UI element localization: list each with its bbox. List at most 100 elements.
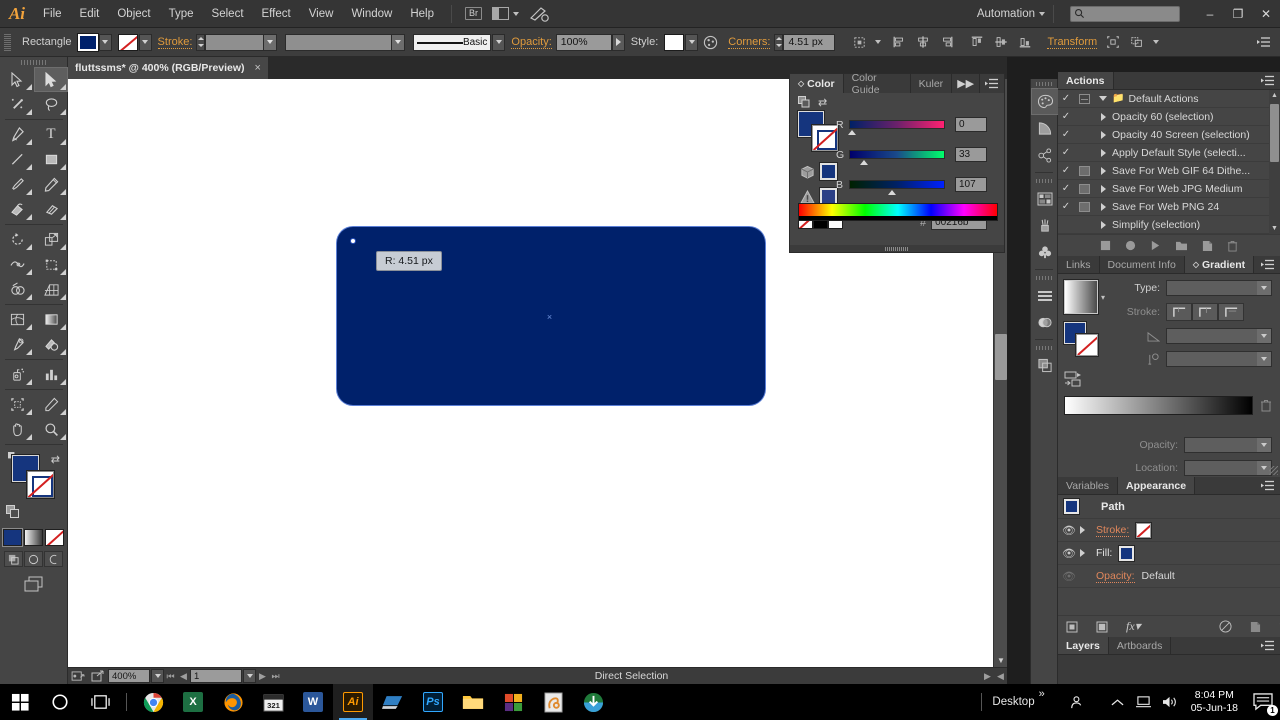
out-of-gamut-warning-icon[interactable] <box>800 190 815 204</box>
microsoft-store-taskbar-button[interactable] <box>493 684 533 720</box>
transform-label[interactable]: Transform <box>1047 36 1098 49</box>
isolate-selected-object-button[interactable] <box>1103 32 1123 52</box>
color-panel-resize-grip[interactable] <box>790 245 1004 252</box>
expand-triangle-icon[interactable] <box>1080 526 1096 534</box>
tool-magic-wand[interactable] <box>0 92 34 117</box>
opacity-attribute-label[interactable]: Opacity: <box>1096 570 1135 583</box>
tool-lasso[interactable] <box>34 92 68 117</box>
chevron-down-icon[interactable] <box>875 40 882 44</box>
actions-panel-menu-button[interactable] <box>1256 72 1280 89</box>
action-row[interactable]: Simplify (selection) <box>1058 216 1269 234</box>
actions-scroll-thumb[interactable] <box>1270 104 1279 162</box>
expand-triangle-icon[interactable] <box>1080 549 1096 557</box>
gradient-angle-input[interactable] <box>1166 328 1272 344</box>
previous-artboard-button[interactable]: ◀ <box>177 671 190 682</box>
gradient-opacity-input[interactable] <box>1184 437 1272 453</box>
visibility-eye-icon[interactable]: 👁 <box>1058 547 1080 560</box>
color-panel-menu-button[interactable] <box>980 74 1004 93</box>
stroke-attribute-label[interactable]: Stroke: <box>1096 524 1130 537</box>
action-enabled-check[interactable]: ✓ <box>1058 129 1074 140</box>
fill-color-swatch[interactable] <box>1118 544 1136 562</box>
swap-fill-stroke-button[interactable]: ⇄ <box>51 453 60 466</box>
dock-grip[interactable] <box>1031 79 1057 88</box>
action-row[interactable]: ✓ Opacity 40 Screen (selection) <box>1058 126 1269 144</box>
appearance-panel-menu-button[interactable] <box>1256 477 1280 494</box>
draw-normal-button[interactable] <box>4 551 23 567</box>
swap-fill-stroke-button[interactable]: ⇄ <box>818 96 827 109</box>
action-row[interactable]: ✓ Save For Web PNG 24 <box>1058 198 1269 216</box>
action-enabled-check[interactable]: ✓ <box>1058 111 1074 122</box>
menu-type[interactable]: Type <box>160 0 203 28</box>
control-panel-menu-button[interactable] <box>1254 32 1274 52</box>
actions-scrollbar[interactable]: ▲ ▼ <box>1269 90 1280 234</box>
clear-appearance-button[interactable] <box>1219 620 1232 633</box>
stroke-color-swatch[interactable] <box>1135 521 1153 539</box>
dock-grip[interactable] <box>1031 273 1057 282</box>
action-row[interactable]: ✓ Save For Web JPG Medium <box>1058 180 1269 198</box>
draw-inside-button[interactable] <box>44 551 63 567</box>
gradient-slider[interactable] <box>1064 396 1253 415</box>
tool-free-transform[interactable] <box>34 252 68 277</box>
action-enabled-check[interactable]: ✓ <box>1058 183 1074 194</box>
tab-appearance[interactable]: Appearance <box>1118 477 1196 494</box>
corner-widget-anchor[interactable] <box>350 238 356 244</box>
scroll-up-icon[interactable]: ▲ <box>1271 92 1278 99</box>
change-screen-mode-button[interactable] <box>0 575 67 593</box>
word-taskbar-button[interactable]: W <box>293 684 333 720</box>
tool-rectangle[interactable] <box>34 147 68 172</box>
opacity-label[interactable]: Opacity: <box>511 36 552 49</box>
action-dialog-toggle[interactable] <box>1074 165 1094 176</box>
tool-paintbrush[interactable] <box>0 172 34 197</box>
color-spectrum-bar[interactable] <box>798 203 998 221</box>
action-enabled-check[interactable]: ✓ <box>1058 147 1074 158</box>
color-stroke-swatch[interactable] <box>811 124 839 152</box>
corners-label[interactable]: Corners: <box>728 36 771 49</box>
artboard-number-input[interactable]: 1 <box>190 669 242 683</box>
opacity-input[interactable]: 100% <box>555 33 612 51</box>
appearance-stroke-row[interactable]: 👁 Stroke: <box>1058 519 1280 542</box>
dock-symbols-button[interactable] <box>1031 142 1059 169</box>
delete-action-button[interactable] <box>1227 240 1238 252</box>
channel-b-slider[interactable] <box>849 180 945 195</box>
notifications-button[interactable]: 1 <box>1246 684 1280 720</box>
align-center-vertical-button[interactable] <box>991 32 1011 52</box>
people-tray-button[interactable] <box>1063 684 1089 720</box>
align-left-button[interactable] <box>889 32 909 52</box>
dock-align-button[interactable] <box>1031 282 1059 309</box>
action-dialog-toggle[interactable] <box>1074 201 1094 212</box>
tool-column-graph[interactable] <box>34 362 68 387</box>
add-new-effect-button[interactable]: fx▾ <box>1126 619 1141 634</box>
menu-view[interactable]: View <box>300 0 343 28</box>
firefox-taskbar-button[interactable] <box>213 684 253 720</box>
remote-desktop-taskbar-button[interactable] <box>373 684 413 720</box>
stroke-profile-arrow[interactable] <box>391 34 405 50</box>
tool-shape-builder[interactable] <box>0 277 34 302</box>
tool-line-segment[interactable] <box>0 147 34 172</box>
recolor-artwork-button[interactable] <box>700 32 720 52</box>
clock[interactable]: 8:04 PM 05-Jun-18 <box>1183 689 1246 715</box>
object-fill-swatch[interactable] <box>1063 498 1080 515</box>
control-bar-grip[interactable] <box>4 33 11 51</box>
volume-tray-button[interactable] <box>1157 684 1183 720</box>
gradient-aspect-input[interactable] <box>1166 351 1272 367</box>
tab-color[interactable]: ◇ Color <box>790 74 844 93</box>
search-input[interactable] <box>1070 5 1180 22</box>
action-enabled-check[interactable]: ✓ <box>1058 201 1074 212</box>
fill-color-button[interactable] <box>76 32 99 52</box>
dock-grip[interactable] <box>1031 176 1057 185</box>
tool-blend[interactable] <box>34 332 68 357</box>
align-right-button[interactable] <box>937 32 957 52</box>
tool-rotate[interactable] <box>0 227 34 252</box>
chevron-down-icon[interactable]: ▾ <box>1101 293 1105 302</box>
tab-kuler[interactable]: Kuler <box>910 74 953 93</box>
channel-r-input[interactable]: 0 <box>955 117 987 132</box>
expand-triangle-icon[interactable] <box>1094 148 1112 157</box>
tool-blob-brush[interactable] <box>0 197 34 222</box>
channel-g-input[interactable]: 33 <box>955 147 987 162</box>
automation-menu[interactable]: Automation <box>977 4 1186 23</box>
gradient-panel-resize-grip[interactable] <box>1269 466 1278 475</box>
cortana-button[interactable] <box>40 684 80 720</box>
tab-gradient[interactable]: ◇ Gradient <box>1184 256 1255 273</box>
tool-scale[interactable] <box>34 227 68 252</box>
play-selection-button[interactable] <box>1150 240 1161 251</box>
